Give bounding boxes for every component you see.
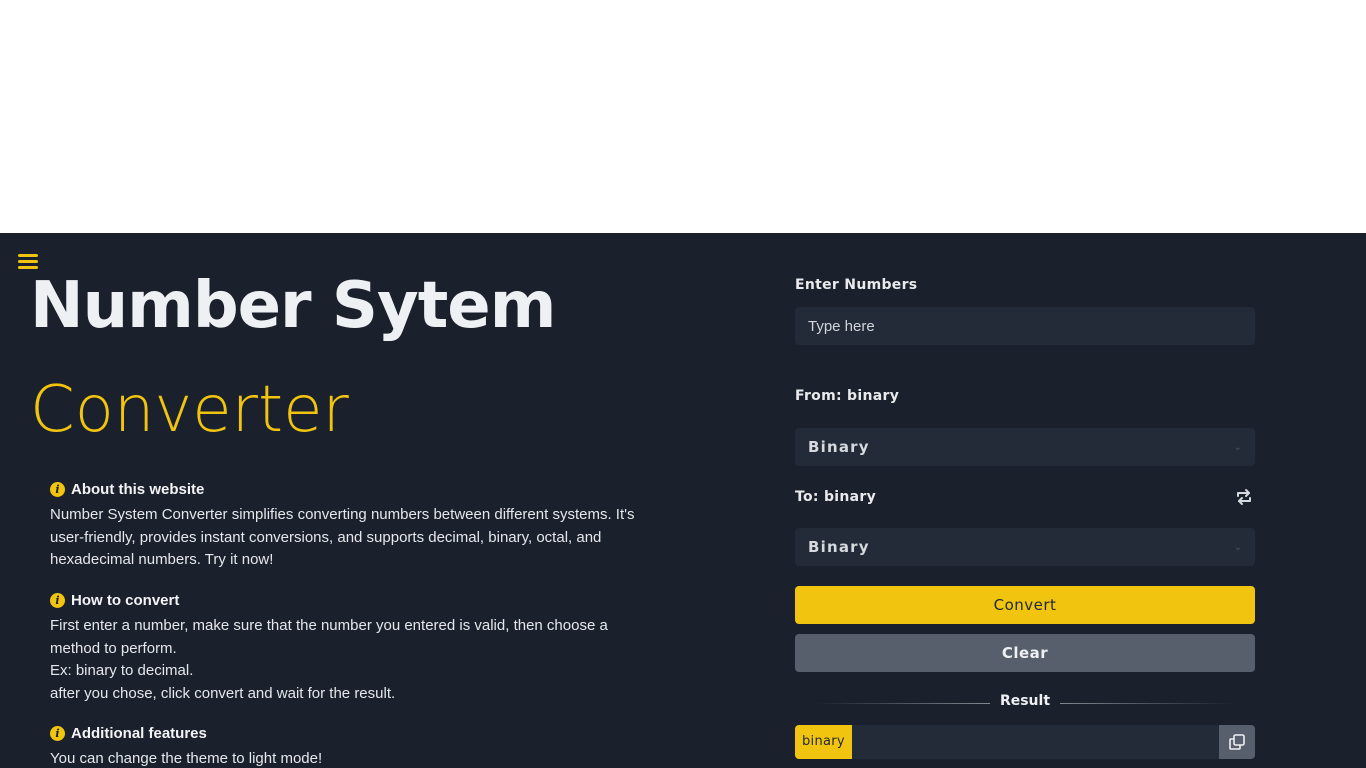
converter-app: Number Sytem Converter i About this webs… <box>0 233 1366 768</box>
info-heading-text: How to convert <box>71 592 180 609</box>
info-icon: i <box>50 482 65 497</box>
to-select[interactable]: Binary ⌄ <box>795 528 1255 566</box>
number-input-wrapper <box>795 307 1255 345</box>
info-heading: i Additional features <box>50 725 640 742</box>
copy-icon <box>1229 734 1245 750</box>
info-paragraph: Ex: binary to decimal. <box>50 662 194 679</box>
info-paragraph: Number System Converter simplifies conve… <box>50 506 635 568</box>
from-select-value: Binary <box>808 438 870 456</box>
info-paragraph: First enter a number, make sure that the… <box>50 617 608 657</box>
menu-bar <box>18 260 38 263</box>
info-section-features: i Additional features You can change the… <box>50 725 640 768</box>
from-label: From: binary <box>795 388 900 404</box>
info-paragraph: You can change the theme to light mode! <box>50 750 323 767</box>
result-output: binary <box>795 725 1255 759</box>
copy-button[interactable] <box>1219 725 1255 759</box>
result-heading: Result <box>795 693 1255 709</box>
convert-button[interactable]: Convert <box>795 586 1255 624</box>
from-select[interactable]: Binary ⌄ <box>795 428 1255 466</box>
page-title-line1: Number Sytem <box>30 269 556 343</box>
result-heading-text: Result <box>989 693 1061 709</box>
info-icon: i <box>50 593 65 608</box>
info-heading: i How to convert <box>50 592 640 609</box>
info-heading: i About this website <box>50 481 640 498</box>
chevron-down-icon: ⌄ <box>1233 541 1242 553</box>
result-system-badge: binary <box>795 725 852 759</box>
info-section-how-to: i How to convert First enter a number, m… <box>50 592 640 705</box>
to-select-value: Binary <box>808 538 870 556</box>
enter-numbers-label: Enter Numbers <box>795 277 918 293</box>
page-title-line2: Converter <box>30 373 349 447</box>
chevron-down-icon: ⌄ <box>1233 441 1242 453</box>
info-section-about: i About this website Number System Conve… <box>50 481 640 572</box>
info-paragraph: after you chose, click convert and wait … <box>50 684 396 702</box>
clear-button[interactable]: Clear <box>795 634 1255 672</box>
menu-bar <box>18 254 38 257</box>
swap-arrows-icon[interactable] <box>1234 487 1254 507</box>
info-heading-text: Additional features <box>71 725 207 742</box>
top-blank-area <box>0 0 1366 233</box>
info-icon: i <box>50 726 65 741</box>
number-input[interactable] <box>795 307 1255 345</box>
to-label: To: binary <box>795 489 877 505</box>
info-heading-text: About this website <box>71 481 205 498</box>
